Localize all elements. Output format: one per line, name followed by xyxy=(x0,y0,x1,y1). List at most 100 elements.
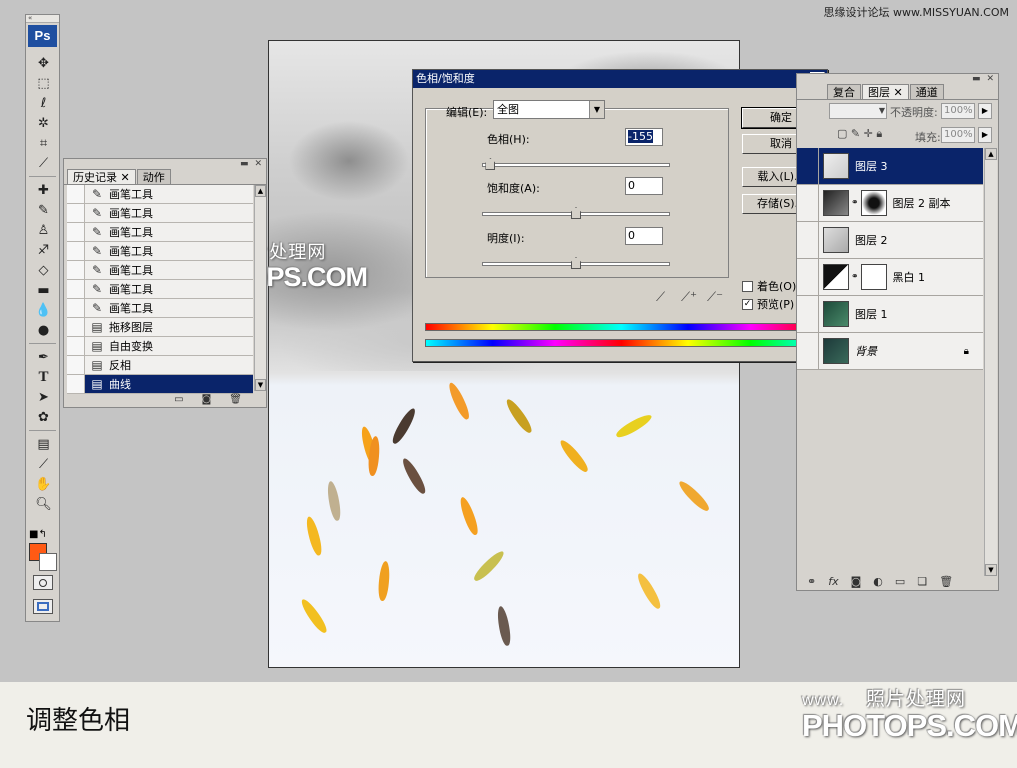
healing-brush-icon[interactable]: ✚ xyxy=(28,180,59,200)
mask-link-icon[interactable]: ⚭ xyxy=(851,198,859,208)
fill-arrow-icon[interactable]: ▶ xyxy=(978,127,992,143)
history-item[interactable]: ✎ 画笔工具 xyxy=(67,280,253,299)
layer-row[interactable]: 图层 2 xyxy=(797,222,983,259)
screen-mode-icon[interactable] xyxy=(33,599,53,614)
opacity-input[interactable]: 100% xyxy=(941,103,975,119)
history-item[interactable]: ▤ 曲线 xyxy=(67,375,253,394)
layer-mask-thumbnail[interactable] xyxy=(860,190,887,216)
layer-row[interactable]: ⚭ 黑白 1 xyxy=(797,259,983,296)
blend-mode-select[interactable]: ▼ xyxy=(829,103,887,119)
history-snapshot-checkbox[interactable] xyxy=(67,299,85,317)
layers-scrollbar[interactable]: ▲ ▼ xyxy=(984,148,997,576)
history-scrollbar[interactable]: ▲ ▼ xyxy=(254,185,266,391)
mask-icon[interactable]: ◙ xyxy=(851,575,862,588)
history-snapshot-checkbox[interactable] xyxy=(67,337,85,355)
history-item[interactable]: ▤ 拖移图层 xyxy=(67,318,253,337)
saturation-input[interactable]: 0 xyxy=(625,177,663,195)
colorize-checkbox[interactable]: 着色(O) xyxy=(742,278,796,294)
history-snapshot-checkbox[interactable] xyxy=(67,280,85,298)
move-icon[interactable]: ✥ xyxy=(28,53,59,73)
fx-icon[interactable]: fx xyxy=(828,575,838,588)
tab-compositions[interactable]: 复合 xyxy=(827,84,861,99)
tab-history[interactable]: 历史记录 ✕ xyxy=(67,169,136,184)
panel-minimize-icon[interactable]: ▬ xyxy=(240,159,249,169)
slice-icon[interactable]: ⟋ xyxy=(28,153,59,173)
clone-stamp-icon[interactable]: ♙ xyxy=(28,220,59,240)
dialog-title-bar[interactable]: 色相/饱和度 ✕ xyxy=(413,70,827,88)
lock-icons[interactable]: ▢ ✎ ✛ 🔒︎ xyxy=(837,127,882,141)
new-layer-icon[interactable]: ❏ xyxy=(917,575,927,588)
layer-mask-thumbnail[interactable] xyxy=(860,264,887,290)
crop-icon[interactable]: ⌗ xyxy=(28,133,59,153)
visibility-toggle[interactable] xyxy=(797,333,819,369)
group-icon[interactable]: ▭ xyxy=(895,575,905,588)
hand-icon[interactable]: ✋ xyxy=(28,474,59,494)
trash-icon[interactable]: 🗑︎ xyxy=(229,394,242,405)
history-item[interactable]: ▤ 自由变换 xyxy=(67,337,253,356)
hue-input[interactable]: -155 xyxy=(625,128,663,146)
adjustment-icon[interactable]: ◐ xyxy=(873,575,883,588)
preview-box[interactable]: ✓ xyxy=(742,298,753,310)
history-snapshot-checkbox[interactable] xyxy=(67,318,85,336)
history-snapshot-checkbox[interactable] xyxy=(67,356,85,374)
tab-layers[interactable]: 图层 ✕ xyxy=(862,84,909,99)
fill-input[interactable]: 100% xyxy=(941,127,975,143)
chevron-down-icon[interactable]: ▼ xyxy=(589,101,604,118)
panel-minimize-icon[interactable]: ▬ xyxy=(972,74,981,84)
preview-checkbox[interactable]: ✓ 预览(P) xyxy=(742,296,794,312)
notes-icon[interactable]: ▤ xyxy=(28,434,59,454)
colorize-box[interactable] xyxy=(742,280,753,292)
tab-channels[interactable]: 通道 xyxy=(909,84,944,99)
shape-icon[interactable]: ✿ xyxy=(28,407,59,427)
type-icon[interactable]: T xyxy=(28,367,59,387)
eyedropper-icon[interactable]: ⟋ xyxy=(28,454,59,474)
history-snapshot-checkbox[interactable] xyxy=(67,242,85,260)
trash-icon[interactable]: 🗑︎ xyxy=(939,575,953,588)
visibility-toggle[interactable] xyxy=(797,296,819,332)
history-item[interactable]: ✎ 画笔工具 xyxy=(67,299,253,318)
lightness-slider[interactable] xyxy=(482,257,670,269)
panel-close-icon[interactable]: ✕ xyxy=(986,74,994,84)
edit-select[interactable]: 全图 ▼ xyxy=(493,100,605,119)
history-item[interactable]: ✎ 画笔工具 xyxy=(67,204,253,223)
opacity-arrow-icon[interactable]: ▶ xyxy=(978,103,992,119)
visibility-toggle[interactable] xyxy=(797,185,819,221)
visibility-toggle[interactable] xyxy=(797,259,819,295)
swap-colors-icon[interactable]: ■↰ xyxy=(29,529,47,540)
history-snapshot-checkbox[interactable] xyxy=(67,223,85,241)
visibility-toggle[interactable] xyxy=(797,222,819,258)
eyedropper-minus-icon[interactable]: ⟋⁻ xyxy=(707,290,723,305)
tab-actions[interactable]: 动作 xyxy=(136,169,171,184)
panel-close-icon[interactable]: ✕ xyxy=(254,159,262,169)
new-document-from-state-icon[interactable]: ▭ xyxy=(174,394,183,405)
marquee-icon[interactable]: ⬚ xyxy=(28,73,59,93)
eraser-icon[interactable]: ◇ xyxy=(28,260,59,280)
visibility-toggle[interactable] xyxy=(797,148,819,184)
history-brush-icon[interactable]: ♐ xyxy=(28,240,59,260)
history-item[interactable]: ✎ 画笔工具 xyxy=(67,261,253,280)
path-selection-icon[interactable]: ➤ xyxy=(28,387,59,407)
zoom-icon[interactable]: 🔍︎ xyxy=(28,494,59,514)
camera-icon[interactable]: ◙ xyxy=(202,394,212,405)
mask-link-icon[interactable]: ⚭ xyxy=(851,272,859,282)
eyedropper-plus-icon[interactable]: ⟋⁺ xyxy=(681,290,697,305)
history-snapshot-checkbox[interactable] xyxy=(67,261,85,279)
history-snapshot-checkbox[interactable] xyxy=(67,375,85,393)
blur-icon[interactable]: 💧 xyxy=(28,300,59,320)
toolbox-grip[interactable]: « xyxy=(26,15,59,23)
history-snapshot-checkbox[interactable] xyxy=(67,185,85,203)
lasso-icon[interactable]: ℓ xyxy=(28,93,59,113)
history-snapshot-checkbox[interactable] xyxy=(67,204,85,222)
dodge-icon[interactable]: ● xyxy=(28,320,59,340)
history-item[interactable]: ▤ 反相 xyxy=(67,356,253,375)
lightness-input[interactable]: 0 xyxy=(625,227,663,245)
layer-row[interactable]: 图层 1 xyxy=(797,296,983,333)
gradient-icon[interactable]: ▬ xyxy=(28,280,59,300)
history-item[interactable]: ✎ 画笔工具 xyxy=(67,185,253,204)
layer-row[interactable]: ⚭ 图层 2 副本 xyxy=(797,185,983,222)
layer-row[interactable]: 图层 3 xyxy=(797,148,983,185)
link-icon[interactable]: ⚭ xyxy=(807,575,816,588)
eyedropper-icon[interactable]: ⟋ xyxy=(656,290,665,305)
saturation-slider[interactable] xyxy=(482,207,670,219)
pen-icon[interactable]: ✒ xyxy=(28,347,59,367)
